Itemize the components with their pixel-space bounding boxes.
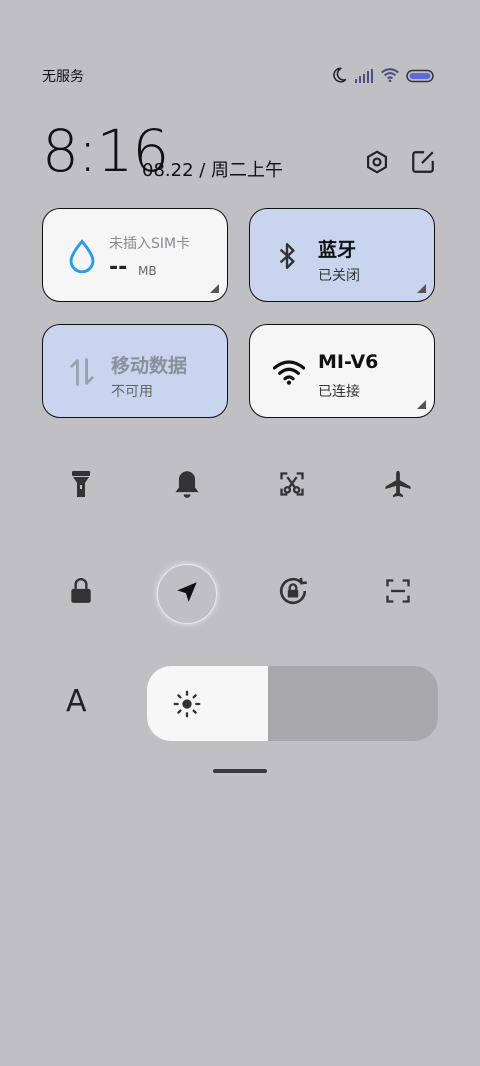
- date: 08.22 / 周二上午: [142, 160, 284, 181]
- wifi-status: 已连接: [318, 384, 360, 400]
- edit-button[interactable]: [409, 150, 437, 178]
- wifi-tile[interactable]: MI-V6 已连接: [249, 324, 435, 418]
- bell-icon: [173, 469, 201, 503]
- drag-handle[interactable]: [213, 769, 267, 773]
- lock-icon: [68, 577, 94, 609]
- bluetooth-tile[interactable]: 蓝牙 已关闭: [249, 208, 435, 302]
- flashlight-icon: [69, 469, 93, 503]
- brightness-fill: [147, 666, 269, 741]
- location-icon: [174, 579, 200, 609]
- scan-icon: [384, 577, 412, 609]
- settings-icon: [364, 149, 390, 179]
- auto-brightness-button[interactable]: A: [66, 684, 87, 719]
- brightness-slider[interactable]: [147, 666, 438, 741]
- airplane-toggle[interactable]: [370, 458, 426, 514]
- sun-icon: [173, 690, 201, 722]
- wifi-network-name: MI-V6: [318, 351, 379, 373]
- expand-corner-icon: [417, 284, 426, 293]
- expand-corner-icon: [210, 284, 219, 293]
- data-unit: MB: [138, 264, 157, 278]
- screenshot-toggle[interactable]: [264, 458, 320, 514]
- rotation-lock-toggle[interactable]: [265, 565, 321, 621]
- carrier-status: 无服务: [42, 69, 84, 85]
- mobile-data-icon: [65, 355, 99, 389]
- mobile-data-status: 不可用: [111, 384, 153, 400]
- expand-corner-icon: [417, 400, 426, 409]
- data-value: --: [109, 255, 128, 280]
- flashlight-toggle[interactable]: [53, 458, 109, 514]
- bluetooth-title: 蓝牙: [318, 239, 357, 261]
- lock-toggle[interactable]: [53, 565, 109, 621]
- mobile-data-title: 移动数据: [111, 355, 188, 377]
- scan-toggle[interactable]: [370, 565, 426, 621]
- moon-icon: [330, 66, 348, 88]
- data-usage-tile[interactable]: 未插入SIM卡 -- MB: [42, 208, 228, 302]
- screenshot-icon: [278, 470, 306, 502]
- location-toggle[interactable]: [157, 564, 217, 624]
- rotation-lock-icon: [276, 574, 310, 612]
- wifi-icon: [380, 67, 400, 87]
- airplane-icon: [383, 469, 413, 503]
- sim-status: 未插入SIM卡: [109, 236, 191, 252]
- status-icons: [330, 66, 436, 88]
- water-drop-icon: [65, 239, 99, 273]
- bluetooth-status: 已关闭: [318, 268, 360, 284]
- battery-icon: [406, 68, 436, 87]
- bluetooth-icon: [270, 239, 304, 273]
- wifi-icon: [272, 355, 306, 389]
- settings-button[interactable]: [363, 150, 391, 178]
- signal-icon: [354, 68, 374, 87]
- edit-icon: [410, 149, 436, 179]
- mobile-data-tile[interactable]: 移动数据 不可用: [42, 324, 228, 418]
- notification-toggle[interactable]: [159, 458, 215, 514]
